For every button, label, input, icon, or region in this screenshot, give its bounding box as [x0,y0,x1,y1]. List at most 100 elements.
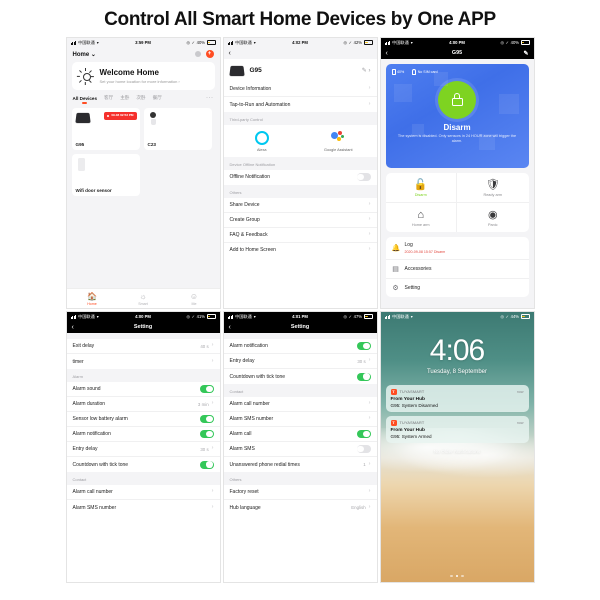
disarm-status-button[interactable] [438,80,476,119]
row-offline-notification[interactable]: Offline Notification [224,170,377,185]
row-alarm-notification[interactable]: Alarm notification [66,427,220,442]
row-alarm-duration[interactable]: Alarm duration 3 min › [66,397,220,412]
page-title: Control All Smart Home Devices by One AP… [104,9,496,30]
tab-home[interactable]: 🏠 Home [67,292,118,306]
alarm-call-toggle[interactable] [356,430,371,438]
row-faq-feedback[interactable]: FAQ & Feedback › [223,228,377,243]
device-card-door-sensor[interactable]: Wifi door sensor [71,154,140,196]
tab-smart[interactable]: ☼ Smart [118,292,169,306]
unlock-icon: 🔓 [413,179,428,191]
room-tab-2[interactable]: 主卧 [120,95,129,101]
mic-icon[interactable] [194,51,201,57]
notification-item[interactable]: T TUYASMART now From Your Hub G95: Syste… [385,416,529,443]
row-alarm-sms[interactable]: Alarm SMS [223,442,377,457]
welcome-card[interactable]: Welcome Home Set your home location for … [71,62,215,90]
nav-bar: ‹ [223,47,377,59]
room-tab-all[interactable]: All Devices [73,96,97,104]
status-bar: 中国联通 ▾ 4:01 PM ◎ ✓ 47% [223,312,377,321]
sensor-low-battery-toggle[interactable] [199,415,214,423]
row-device-information[interactable]: Device Information › [223,82,377,97]
row-sensor-low-battery-alarm[interactable]: Sensor low battery alarm [66,412,220,427]
offline-notification-toggle[interactable] [356,173,371,182]
row-share-device[interactable]: Share Device › [223,198,377,213]
row-entry-delay[interactable]: Entry delay 30 s › [223,354,377,369]
third-party-alexa[interactable]: Alexa [224,131,301,153]
countdown-tick-tone-toggle[interactable] [356,372,371,381]
carrier-label: 中国联通 [392,313,409,319]
battery-icon [363,40,374,45]
settings-scroll[interactable]: Exit delay 40 s › timer › Alarm Alarm so… [66,333,220,515]
tab-me-label: Me [191,301,197,306]
pencil-icon[interactable]: ✎ [523,50,528,57]
status-bar: 中国联通 ▾ 4:02 PM ◎ ✓ 42% [223,38,377,47]
row-alarm-sms-number[interactable]: Alarm SMS number › [223,412,377,427]
battery-percent: 47% [353,314,363,319]
mode-home-arm[interactable]: ⌂ Home arm [386,203,457,232]
third-party-google-assistant[interactable]: Google Assistant [300,131,377,153]
chevron-right-icon: › [211,357,214,364]
settings-scroll[interactable]: Alarm notification Entry delay 30 s › Co… [223,333,377,515]
row-timer[interactable]: timer › [67,354,220,369]
row-alarm-sms-number[interactable]: Alarm SMS number › [67,500,220,515]
room-tab-1[interactable]: 客厅 [104,95,113,101]
home-selector[interactable]: Home ⌄ [73,51,96,58]
row-value: English [351,505,366,510]
chevron-right-icon: › [211,488,214,495]
row-entry-delay[interactable]: Entry delay 30 s › [66,442,220,457]
row-alarm-sound[interactable]: Alarm sound [66,382,220,397]
alarm-notification-toggle[interactable] [199,430,214,438]
page-dot [461,574,464,577]
battery-percent: 40% [196,40,206,45]
room-tabs-more-icon[interactable]: ··· [206,95,214,101]
row-factory-reset[interactable]: Factory reset › [223,485,377,500]
alarm-sms-toggle[interactable] [356,445,371,453]
notification-item[interactable]: T TUYASMART now From Your Hub G95: Syste… [385,385,529,412]
tab-me[interactable]: ☺ Me [169,292,220,306]
menu-row-setting[interactable]: ⚙ Setting [386,279,529,297]
welcome-subtitle: Set your home location for more informat… [99,79,180,84]
back-icon[interactable]: ‹ [386,50,388,57]
unlocked-padlock-icon [451,93,463,106]
row-create-group[interactable]: Create Group › [223,213,377,228]
chevron-right-icon: › [368,357,371,364]
siren-icon: ◉ [487,209,498,221]
back-icon[interactable]: ‹ [229,50,231,57]
wifi-icon: ▾ [253,40,256,45]
row-countdown-tick-tone[interactable]: Countdown with tick tone [224,369,377,384]
tab-home-label: Home [87,301,97,306]
row-alarm-call-number[interactable]: Alarm call number › [223,397,377,412]
row-alarm-call-number[interactable]: Alarm call number › [66,485,220,500]
alarm-icon: ✓ [505,40,510,45]
countdown-tick-tone-toggle[interactable] [199,460,214,469]
row-tap-to-run[interactable]: Tap-to-Run and Automation › [224,97,377,112]
menu-row-log[interactable]: 🔔 Log 2020-09-08 15:57 Disarm [385,237,529,260]
lockscreen-clock: 4:06 Tuesday, 8 September [381,335,534,376]
phone-screenshot-home: 中国联通 ▾ 3:59 PM ◎ ✓ 40% Home ⌄ + Welcome … [65,37,221,309]
menu-row-accessories[interactable]: ▤ Accessories [385,260,529,279]
chevron-right-icon: › [211,400,214,407]
status-time: 4:01 PM [292,314,308,319]
plus-icon[interactable]: + [205,50,214,58]
row-hub-language[interactable]: Hub language English › [224,500,377,515]
alarm-sound-toggle[interactable] [199,385,214,393]
row-countdown-tick-tone[interactable]: Countdown with tick tone [67,457,220,472]
mode-disarm[interactable]: 🔓 Disarm [385,173,457,203]
mode-panic[interactable]: ◉ Panic [457,203,529,232]
row-alarm-notification[interactable]: Alarm notification [223,339,377,354]
alarm-notification-toggle[interactable] [356,342,371,350]
room-tab-4[interactable]: 餐厅 [153,95,162,101]
back-icon[interactable]: ‹ [229,324,231,331]
row-add-to-home-screen[interactable]: Add to Home Screen › [224,243,377,258]
back-icon[interactable]: ‹ [72,324,74,331]
row-unanswered-redial-times[interactable]: Unanswered phone redial times 1 › [224,457,377,472]
device-card-g95[interactable]: 09-08 02:53 PM G95 [71,108,140,150]
row-exit-delay[interactable]: Exit delay 40 s › [66,339,220,354]
location-icon: ◎ [500,40,505,45]
pencil-icon[interactable]: ✎ › [362,67,371,74]
device-card-c23[interactable]: C23 [143,108,212,150]
row-alarm-call[interactable]: Alarm call [223,427,377,442]
settings-scroll[interactable]: G95 ✎ › Device Information › Tap-to-Run … [223,59,377,258]
mode-ready-arm[interactable]: 🛡 Ready arm [457,173,529,203]
room-tab-3[interactable]: 次卧 [136,95,145,101]
camera-icon [150,112,157,125]
